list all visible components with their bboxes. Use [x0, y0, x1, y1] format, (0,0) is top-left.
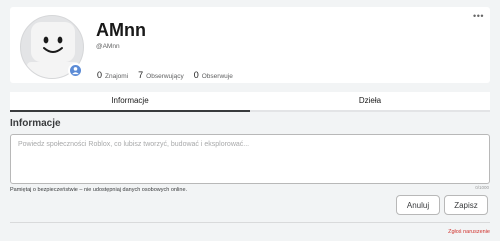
profile-header-card: AMnn @AMnn 0 Znajomi 7 Obserwujący 0 Obs… — [10, 7, 490, 83]
more-horizontal-icon[interactable]: ••• — [473, 11, 484, 21]
profile-tabs: Informacje Dzieła — [10, 92, 490, 112]
divider — [10, 222, 490, 223]
stat-count: 0 — [193, 70, 199, 80]
about-section-title: Informacje — [10, 118, 61, 129]
save-button[interactable]: Zapisz — [444, 195, 488, 215]
report-abuse-link[interactable]: Zgłoś naruszenie — [448, 229, 490, 235]
avatar[interactable] — [20, 15, 84, 79]
stat-friends[interactable]: 0 Znajomi — [97, 70, 128, 80]
stat-label: Znajomi — [105, 73, 129, 80]
char-counter: 0/1000 — [475, 185, 489, 190]
about-textarea[interactable] — [10, 134, 490, 184]
tab-dziela[interactable]: Dzieła — [250, 92, 490, 112]
user-icon — [68, 63, 83, 78]
profile-stats: 0 Znajomi 7 Obserwujący 0 Obserwuje — [97, 70, 243, 80]
username: @AMnn — [96, 43, 120, 50]
privacy-note: Pamiętaj o bezpieczeństwie – nie udostęp… — [10, 187, 188, 193]
stat-label: Obserwuje — [201, 73, 233, 80]
tab-informacje[interactable]: Informacje — [10, 92, 250, 112]
stat-count: 0 — [97, 70, 103, 80]
stat-count: 7 — [138, 70, 144, 80]
stat-followers[interactable]: 7 Obserwujący — [138, 70, 184, 80]
cancel-button[interactable]: Anuluj — [396, 195, 440, 215]
stat-label: Obserwujący — [146, 73, 184, 80]
display-name: AMnn — [96, 20, 146, 40]
stat-following[interactable]: 0 Obserwuje — [194, 70, 233, 80]
